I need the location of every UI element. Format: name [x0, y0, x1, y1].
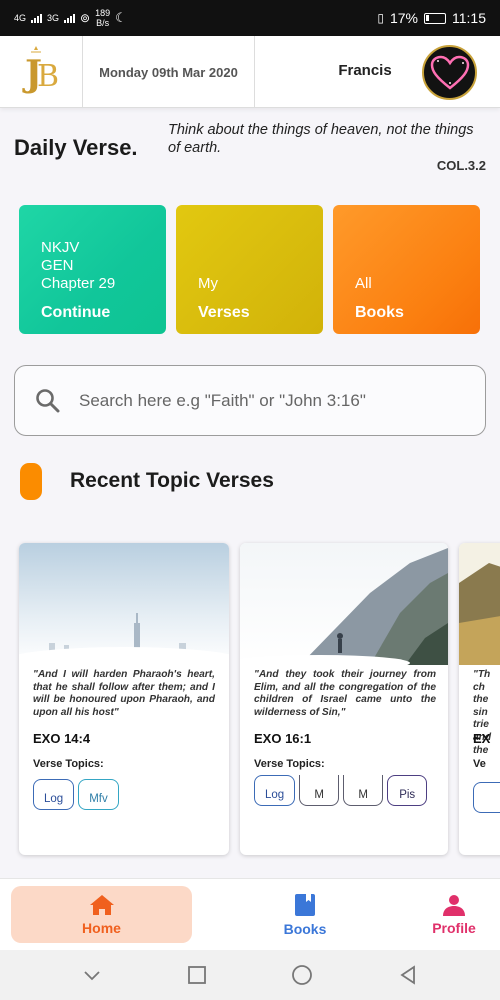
- system-nav-bar: [0, 950, 500, 1000]
- signal-icon-2: [64, 13, 76, 23]
- avatar[interactable]: [422, 45, 477, 100]
- quote-line: the: [473, 694, 489, 706]
- topic-chip[interactable]: Log: [33, 779, 75, 810]
- signal-icon: [31, 13, 43, 23]
- topic-chip[interactable]: M: [299, 775, 340, 806]
- bottom-nav: Home Books Profile: [0, 878, 500, 950]
- verse-topics-label: Verse Topics:: [254, 758, 325, 770]
- nav-home[interactable]: Home: [11, 886, 192, 943]
- verse-reference: EX: [473, 731, 491, 746]
- chevron-down-icon[interactable]: [82, 968, 102, 982]
- home-circle-icon[interactable]: [291, 964, 313, 986]
- verse-card-partial[interactable]: "Th ch the sin trie and the EX Ve: [459, 543, 500, 855]
- app-screen: 4G 3G ⊚ 189 B/s ☾ ▯ 17% 11:15 J B Monday…: [0, 0, 500, 1000]
- network-label-4g: 4G: [14, 13, 27, 23]
- status-bar: 4G 3G ⊚ 189 B/s ☾ ▯ 17% 11:15: [0, 0, 500, 36]
- verse-reference: EXO 14:4: [33, 731, 91, 746]
- quote-line: sin: [473, 706, 488, 718]
- clock: 11:15: [452, 10, 486, 26]
- wifi-hotspot-icon: ⊚: [80, 11, 91, 25]
- quote-line: the: [473, 744, 489, 756]
- nav-profile-label: Profile: [432, 919, 476, 936]
- heart-sparkle-icon: [430, 55, 469, 90]
- verse-card[interactable]: "And I will harden Pharaoh's heart, that…: [19, 543, 229, 855]
- status-right: ▯ 17% 11:15: [377, 10, 486, 26]
- tile-all: All: [355, 275, 372, 292]
- search-input[interactable]: [79, 390, 479, 411]
- app-header: J B Monday 09th Mar 2020 Francis: [0, 36, 500, 108]
- continue-label: Continue: [41, 304, 111, 321]
- daily-verse-title: Daily Verse.: [14, 135, 138, 160]
- current-date: Monday 09th Mar 2020: [83, 36, 255, 108]
- verse-topics-label: Ve: [473, 758, 486, 770]
- mountain-hiker-image: [240, 543, 448, 665]
- topic-chips: Log M M Pis: [254, 775, 444, 806]
- verse-quote: "And they took their journey from Elim, …: [254, 669, 436, 718]
- topic-chip[interactable]: M: [343, 775, 384, 806]
- my-verses-tile[interactable]: My Verses: [176, 205, 323, 334]
- topic-chip[interactable]: Pis: [387, 775, 428, 806]
- quote-line: "Th: [473, 669, 491, 680]
- tile-my: My: [198, 275, 218, 292]
- all-books-tile[interactable]: All Books: [333, 205, 480, 334]
- section-marker: [20, 463, 42, 500]
- topic-chip[interactable]: Log: [254, 775, 296, 806]
- landscape-image: [459, 543, 500, 665]
- network-label-3g: 3G: [47, 13, 60, 23]
- topic-chips: Log Mfv: [33, 779, 223, 810]
- tile-chapter: Chapter 29: [41, 275, 116, 292]
- book-icon: [295, 893, 315, 916]
- city-fog-image: [19, 543, 229, 665]
- battery-percent: 17%: [389, 10, 418, 26]
- recents-square-icon[interactable]: [187, 965, 207, 985]
- search-bar[interactable]: [14, 365, 486, 436]
- data-speed: 189 B/s: [95, 8, 110, 28]
- daily-verse-reference: COL.3.2: [436, 158, 486, 173]
- verses-label: Verses: [198, 304, 250, 321]
- verse-card[interactable]: "And they took their journey from Elim, …: [240, 543, 448, 855]
- vibrate-icon: ▯: [377, 11, 384, 25]
- speed-unit: B/s: [96, 18, 110, 28]
- tile-book: GEN: [41, 257, 74, 274]
- nav-home-label: Home: [82, 919, 121, 936]
- search-icon: [36, 388, 60, 412]
- books-label: Books: [355, 304, 404, 321]
- nav-books[interactable]: Books: [270, 886, 340, 943]
- moon-icon: ☾: [115, 10, 127, 25]
- svg-text:B: B: [37, 59, 59, 94]
- jb-logo-icon[interactable]: J B: [0, 36, 83, 108]
- topic-chip[interactable]: Mfv: [78, 779, 119, 810]
- back-triangle-icon[interactable]: [398, 965, 418, 985]
- tile-version: NKJV: [41, 239, 80, 256]
- speed-value: 189: [95, 8, 111, 18]
- network-indicators: 4G 3G ⊚ 189 B/s ☾: [14, 8, 127, 28]
- quote-line: ch: [473, 681, 485, 693]
- daily-verse-text: Think about the things of heaven, not th…: [168, 122, 474, 156]
- verse-quote: "And I will harden Pharaoh's heart, that…: [33, 669, 215, 718]
- topic-chip[interactable]: [473, 782, 500, 813]
- verse-reference: EXO 16:1: [254, 731, 312, 746]
- section-title: Recent Topic Verses: [70, 469, 274, 492]
- nav-books-label: Books: [283, 920, 327, 937]
- verse-topics-label: Verse Topics:: [33, 758, 104, 770]
- battery-icon: [424, 12, 446, 24]
- continue-reading-tile[interactable]: NKJV GEN Chapter 29 Continue: [19, 205, 166, 334]
- nav-profile[interactable]: Profile: [420, 886, 488, 943]
- person-icon: [443, 894, 465, 916]
- user-name: Francis: [338, 62, 392, 79]
- home-icon: [89, 894, 114, 915]
